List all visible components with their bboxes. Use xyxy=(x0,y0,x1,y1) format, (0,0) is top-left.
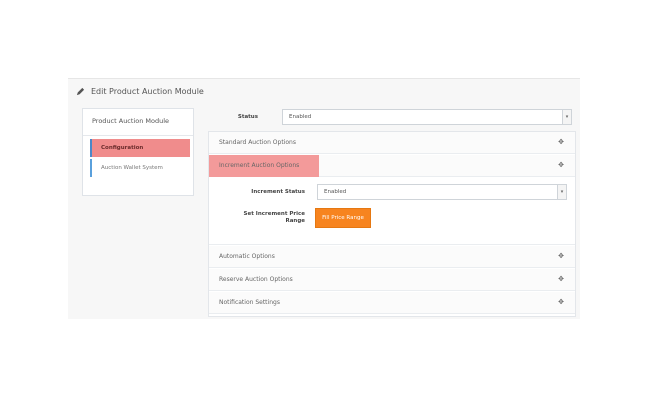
increment-status-label: Increment Status xyxy=(251,188,305,195)
accordion-increment-auction-options[interactable]: Increment Auction Options ✥ xyxy=(209,155,575,177)
move-icon: ✥ xyxy=(558,298,564,306)
accordion-label: Standard Auction Options xyxy=(219,139,296,146)
status-value: Enabled xyxy=(289,114,312,120)
sidebar-nav: Configuration Auction Wallet System xyxy=(90,139,190,179)
sidebar-item-configuration[interactable]: Configuration xyxy=(90,139,190,157)
accordion-label: Increment Auction Options xyxy=(219,162,300,169)
price-range-label-line1: Set Increment Price xyxy=(243,211,305,217)
page-title: Edit Product Auction Module xyxy=(91,86,204,96)
accordion-label: Reserve Auction Options xyxy=(219,276,293,283)
price-range-label-line2: Range xyxy=(285,218,305,224)
move-icon: ✥ xyxy=(558,275,564,283)
increment-status-value: Enabled xyxy=(324,189,347,195)
move-icon: ✥ xyxy=(558,138,564,146)
price-range-label: Set Increment Price Range xyxy=(209,211,305,225)
accordion-label: Automatic Options xyxy=(219,253,275,260)
page-header: Edit Product Auction Module xyxy=(76,84,204,98)
increment-status-row: Increment Status Enabled ▾ xyxy=(209,184,575,200)
status-row: Status Enabled ▾ xyxy=(208,108,574,126)
accordion-notification-settings[interactable]: Notification Settings ✥ xyxy=(209,292,575,314)
move-icon: ✥ xyxy=(558,161,564,169)
accordion-label: Notification Settings xyxy=(219,299,280,306)
module-sidebar: Product Auction Module Configuration Auc… xyxy=(82,108,194,196)
chevron-down-icon: ▾ xyxy=(557,185,566,199)
chevron-down-icon: ▾ xyxy=(562,110,571,124)
fill-price-range-button[interactable]: Fill Price Range xyxy=(315,208,371,228)
move-icon: ✥ xyxy=(558,252,564,260)
pencil-icon xyxy=(76,87,85,95)
accordion-automatic-options[interactable]: Automatic Options ✥ xyxy=(209,246,575,268)
accordion-standard-auction-options[interactable]: Standard Auction Options ✥ xyxy=(209,132,575,154)
accordion-reserve-auction-options[interactable]: Reserve Auction Options ✥ xyxy=(209,269,575,291)
status-select[interactable]: Enabled ▾ xyxy=(282,109,572,125)
sidebar-item-auction-wallet-system[interactable]: Auction Wallet System xyxy=(90,159,190,177)
price-range-row: Set Increment Price Range Fill Price Ran… xyxy=(209,208,575,228)
status-label: Status xyxy=(237,114,258,120)
sidebar-title: Product Auction Module xyxy=(83,109,193,136)
increment-status-select[interactable]: Enabled ▾ xyxy=(317,184,567,200)
increment-options-panel: Increment Status Enabled ▾ Set Increment… xyxy=(209,178,575,245)
auction-options-accordion: Standard Auction Options ✥ Increment Auc… xyxy=(208,131,576,317)
